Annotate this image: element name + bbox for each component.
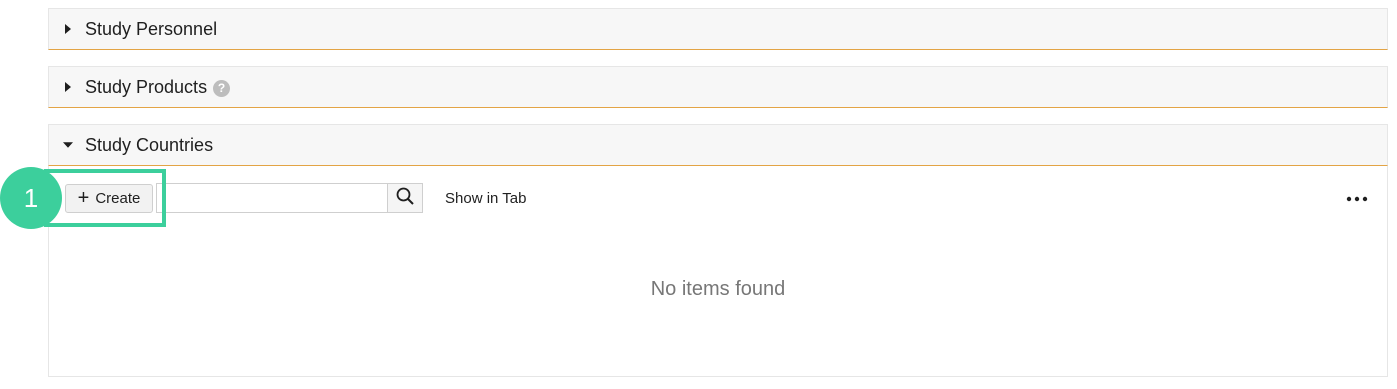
search-input[interactable] xyxy=(156,183,388,213)
caret-down-icon xyxy=(63,140,73,150)
section-header-study-products[interactable]: Study Products ? xyxy=(48,66,1388,108)
help-icon[interactable]: ? xyxy=(213,79,231,97)
create-button-label: Create xyxy=(95,190,141,207)
caret-right-icon xyxy=(63,24,73,34)
search-button[interactable] xyxy=(387,183,423,213)
more-icon xyxy=(1346,189,1368,207)
section-header-study-countries[interactable]: Study Countries xyxy=(48,124,1388,166)
more-actions-button[interactable] xyxy=(1343,188,1371,208)
caret-right-icon xyxy=(63,82,73,92)
plus-icon: + xyxy=(77,186,90,209)
section-title: Study Products xyxy=(85,76,208,97)
section-title: Study Personnel xyxy=(85,18,218,39)
search-icon xyxy=(396,187,414,210)
empty-list-message: No items found xyxy=(650,278,786,300)
section-header-study-personnel[interactable]: Study Personnel xyxy=(48,8,1388,50)
show-in-tab-link[interactable]: Show in Tab xyxy=(445,190,526,207)
create-button[interactable]: + Create xyxy=(65,184,153,213)
step-number-badge: 1 xyxy=(0,167,62,229)
section-title: Study Countries xyxy=(85,134,214,155)
